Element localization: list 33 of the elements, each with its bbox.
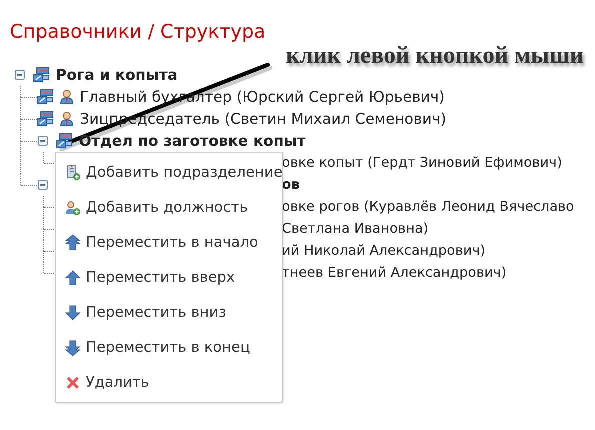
position-name[interactable]: ий Николай Александрович)	[282, 243, 486, 259]
breadcrumb: Справочники / Структура	[10, 22, 267, 42]
double-up-arrow-icon	[65, 234, 81, 250]
menu-item[interactable]: Добавить должность	[56, 190, 282, 225]
menu-item[interactable]: Переместить вниз	[56, 295, 282, 330]
department-name[interactable]: Рога и копыта	[56, 66, 178, 84]
down-arrow-icon	[65, 304, 81, 320]
double-down-arrow-icon	[65, 340, 81, 356]
org-chart-icon	[37, 111, 54, 127]
menu-item[interactable]: Переместить в начало	[56, 225, 282, 260]
department-name[interactable]: Отдел по заготовке копыт	[79, 132, 306, 150]
collapse-icon[interactable]	[37, 135, 49, 147]
position-name[interactable]: овке рогов (Куравлёв Леонид Вячеславо	[282, 199, 574, 215]
department-name[interactable]: ов	[282, 177, 300, 193]
org-chart-icon	[37, 89, 54, 105]
delete-icon	[65, 374, 81, 390]
org-chart-icon	[56, 133, 73, 149]
person-icon	[60, 111, 74, 127]
menu-item[interactable]: Удалить	[56, 365, 282, 400]
collapse-icon[interactable]	[14, 69, 26, 81]
position-name[interactable]: овке копыт (Гердт Зиновий Ефимович)	[282, 155, 562, 171]
position-name[interactable]: тнеев Евгений Александрович)	[282, 265, 507, 281]
person-add-icon	[65, 200, 81, 216]
menu-item[interactable]: Переместить в конец	[56, 330, 282, 365]
collapse-icon[interactable]	[37, 179, 49, 191]
position-name[interactable]: Светлана Ивановна)	[282, 221, 429, 237]
annotation-text: клик левой кнопкой мыши	[286, 43, 584, 70]
person-icon	[60, 89, 74, 105]
org-chart-icon	[33, 67, 50, 83]
up-arrow-icon	[65, 270, 81, 286]
menu-item[interactable]: Добавить подразделение	[56, 155, 282, 190]
building-add-icon	[65, 164, 81, 180]
menu-item[interactable]: Переместить вверх	[56, 260, 282, 295]
